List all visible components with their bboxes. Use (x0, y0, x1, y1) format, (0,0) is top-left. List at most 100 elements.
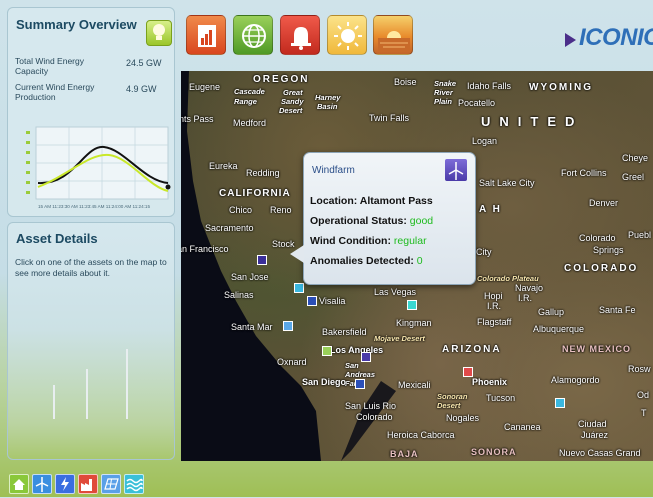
map-label-san-luis-rio: San Luis Rio (345, 401, 397, 411)
map-label-sonora: SONORA (471, 447, 517, 457)
map-label-bakersfield: Bakersfield (322, 327, 367, 337)
current-production-value: 4.9 GW (126, 84, 157, 94)
bar-chart-icon[interactable] (186, 15, 226, 55)
wind-turbine-icon[interactable] (32, 474, 52, 494)
chart-x-labels: 15 AM 11:23:30 AM 11:23:45 AM 11:24:00 A… (38, 204, 150, 209)
turbine-decoration (126, 349, 128, 419)
map-label-colorado-springs: Colorado (579, 233, 616, 243)
turbine-decoration (53, 385, 55, 419)
map-label-colorado: COLORADO (564, 263, 639, 274)
map-label-mojave-desert: Mojave Desert (374, 334, 425, 343)
map-label-redding: Redding (246, 168, 280, 178)
map-label-basin: Basin (317, 102, 338, 111)
map-label-flagstaff: Flagstaff (477, 317, 512, 327)
map-label-chico: Chico (229, 205, 253, 215)
map-label-phoenix: Phoenix (472, 377, 508, 387)
map-label-pocatello: Pocatello (458, 98, 496, 108)
map-label-alamogordo: Alamogordo (551, 375, 600, 385)
map-label-oxnard: Oxnard (277, 357, 307, 367)
lightning-icon[interactable] (55, 474, 75, 494)
map-label-reno: Reno (270, 205, 292, 215)
map-label-eugene: Eugene (189, 82, 221, 92)
map-label-united: UNITED (481, 114, 584, 129)
map-label-roswell: Rosw (628, 364, 651, 374)
map-label-santa-maria: Santa Mar (231, 322, 273, 332)
anomalies-label: Anomalies Detected: (310, 255, 414, 267)
windfarm-marker[interactable] (361, 352, 371, 362)
wind-value: regular (393, 235, 427, 247)
map-label-salinas: Salinas (224, 290, 254, 300)
logo-text: ICONICS (579, 24, 653, 51)
factory-icon[interactable] (78, 474, 98, 494)
alarm-bell-icon[interactable] (280, 15, 320, 55)
location-value: Altamont Pass (359, 195, 433, 207)
map-label-nogales: Nogales (446, 413, 480, 423)
water-waves-icon[interactable] (124, 474, 144, 494)
map-label-hopi: Hopi (484, 291, 503, 301)
map-label-od: Od (637, 390, 650, 400)
map-label-denver: Denver (589, 198, 619, 208)
map-label-plain: Plain (434, 97, 452, 106)
map-label-river: River (434, 88, 453, 97)
map-label-ciudad: Ciudad (578, 419, 607, 429)
map-label-sacramento: Sacramento (205, 223, 254, 233)
turbine-decoration (86, 369, 88, 419)
sunset-icon[interactable] (373, 15, 413, 55)
solar-marker[interactable] (322, 346, 332, 356)
map-label-springs: Springs (593, 245, 624, 255)
map-label-range: Range (234, 97, 257, 106)
map-label-arizona: ARIZONA (442, 344, 502, 355)
map-label-navajo-ir: I.R. (518, 293, 533, 303)
popup-title: Windfarm (312, 165, 355, 176)
map-label-san-jose: San Jose (231, 272, 269, 282)
map-label-pueblo: Puebl (628, 230, 652, 240)
asset-details-hint: Click on one of the assets on the map to… (15, 257, 167, 278)
map-label-heroica-caborca: Heroica Caborca (387, 430, 455, 440)
wind-label: Wind Condition: (310, 235, 391, 247)
map-label-colorado-city: Colorado (356, 412, 393, 422)
hydro-marker[interactable] (294, 283, 304, 293)
popup-location-row: Location: Altamont Pass (310, 195, 433, 207)
lightbulb-icon[interactable] (146, 20, 172, 46)
globe-icon[interactable] (233, 15, 273, 55)
map-label-harney: Harney (315, 93, 341, 102)
map-label-juarez: Juárez (581, 430, 609, 440)
hydro-marker[interactable] (407, 300, 417, 310)
asset-details-panel: Asset Details Click on one of the assets… (7, 222, 175, 460)
map-label-sonoran-desert: Sonoran Desert (437, 392, 468, 410)
windfarm-marker[interactable] (355, 379, 365, 389)
map-label-cananea: Cananea (504, 422, 541, 432)
map-label-greeley: Greel (622, 172, 645, 182)
hydro-marker[interactable] (555, 398, 565, 408)
windfarm-marker[interactable] (257, 255, 267, 265)
total-capacity-value: 24.5 GW (126, 58, 162, 68)
map-label-idaho-falls: Idaho Falls (467, 81, 512, 91)
summary-overview-panel: Summary Overview Total Wind Energy Capac… (7, 7, 175, 217)
chart-y-ticks (26, 131, 30, 194)
map-label-nts-pass: nts Pass (181, 114, 214, 124)
map-label-gallup: Gallup (538, 307, 565, 317)
map-label-city: City (476, 247, 492, 257)
map-label-wyoming: WYOMING (529, 82, 593, 93)
map-label-eureka: Eureka (209, 161, 238, 171)
map-label-snake: Snake (434, 79, 457, 88)
anomalies-value: 0 (416, 255, 423, 267)
sun-icon[interactable] (327, 15, 367, 55)
windfarm-marker[interactable] (307, 296, 317, 306)
map-label-san-diego: San Diego (302, 377, 347, 387)
map-label-t: T (641, 408, 647, 418)
map-label-kingman: Kingman (396, 318, 432, 328)
factory-marker[interactable] (463, 367, 473, 377)
popup-pointer (290, 245, 304, 263)
popup-anomalies-row: Anomalies Detected: 0 (310, 255, 423, 267)
location-label: Location: (310, 195, 358, 207)
solar-panel-icon[interactable] (101, 474, 121, 494)
solar-marker[interactable] (283, 321, 293, 331)
map-label-los-angeles: Los Angeles (330, 345, 384, 355)
map-label-boise: Boise (394, 77, 417, 87)
map-label-cascade: Cascade (234, 87, 265, 96)
map-label-mexicali: Mexicali (398, 380, 431, 390)
home-icon[interactable] (9, 474, 29, 494)
wind-turbine-icon (445, 159, 467, 181)
popup-status-row: Operational Status: good (310, 215, 433, 227)
